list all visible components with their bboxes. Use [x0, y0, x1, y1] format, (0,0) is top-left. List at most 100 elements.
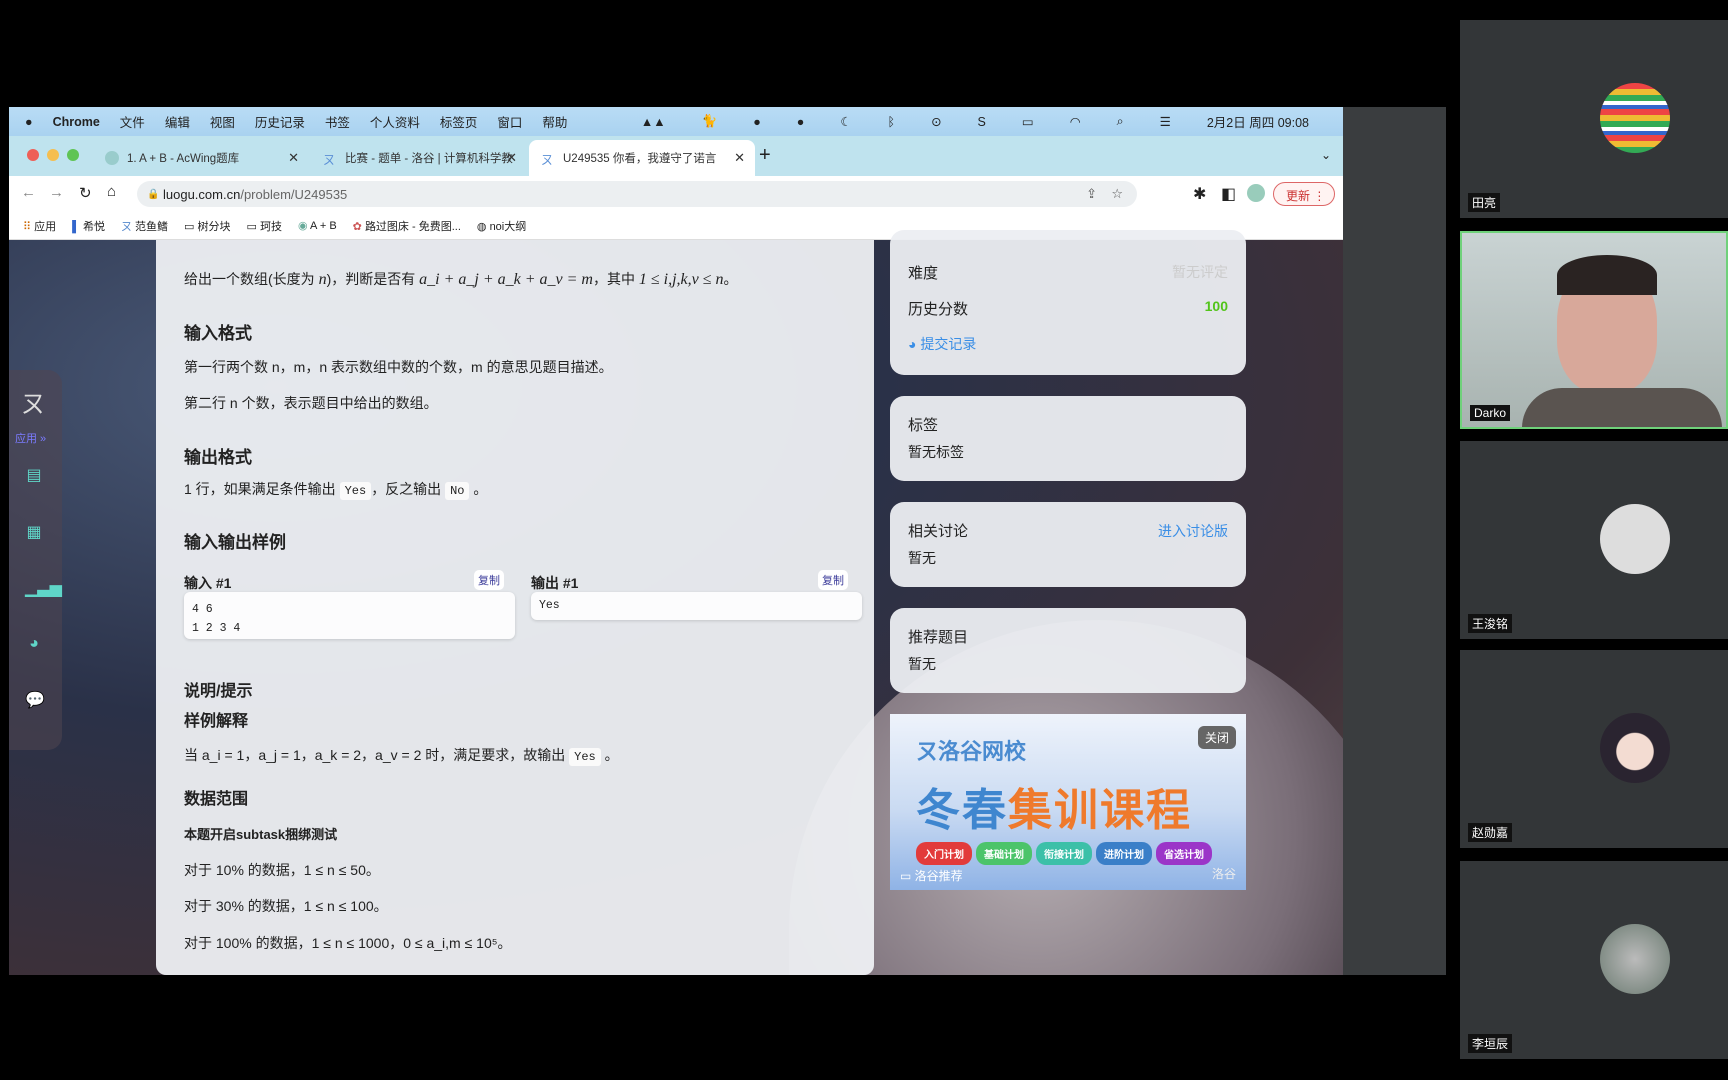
- bookmark-imgbed[interactable]: ✿ 路过图床 - 免费图...: [353, 218, 461, 234]
- tab-acwing[interactable]: 1. A + B - AcWing题库 ✕: [93, 140, 309, 176]
- new-tab-button[interactable]: +: [759, 144, 771, 167]
- control-center-icon[interactable]: ☰: [1160, 114, 1171, 129]
- discussion-title: 相关讨论: [908, 523, 969, 540]
- bookmark-folder-1[interactable]: ▭ 树分块: [184, 218, 230, 234]
- ranking-icon[interactable]: ▁▃▅: [25, 578, 62, 597]
- sample-output-label: 输出 #1: [531, 575, 579, 591]
- copy-input-button[interactable]: 复制: [474, 570, 504, 590]
- s-icon[interactable]: S: [978, 115, 986, 129]
- globe-icon: ◍: [476, 220, 487, 233]
- clock[interactable]: 2月2日 周四 09:08: [1207, 112, 1309, 131]
- close-tab-icon[interactable]: ✕: [506, 150, 517, 166]
- participant-tile[interactable]: 田亮: [1460, 20, 1728, 218]
- bluetooth-icon[interactable]: ᛒ: [888, 115, 896, 129]
- ad-banner[interactable]: ㄡ洛谷网校 关闭 冬春集训课程 入门计划 基础计划 衔接计划 进阶计划 省选计划 ▭ 洛…: [890, 714, 1246, 890]
- menu-profile[interactable]: 个人资料: [370, 112, 420, 131]
- avatar: [1600, 924, 1670, 994]
- qq-icon[interactable]: ●: [797, 115, 805, 129]
- minimize-window-button[interactable]: [47, 149, 59, 161]
- play-icon[interactable]: ⊙: [931, 114, 941, 129]
- participant-tile[interactable]: 赵勋嘉: [1460, 650, 1728, 848]
- range-line: 对于 30% 的数据，1 ≤ n ≤ 100。: [184, 898, 388, 914]
- menu-bookmarks[interactable]: 书签: [325, 112, 350, 131]
- menu-help[interactable]: 帮助: [542, 112, 567, 131]
- battery-icon[interactable]: ▭: [1022, 114, 1034, 129]
- close-tab-icon[interactable]: ✕: [288, 150, 299, 166]
- tags-title: 标签: [908, 417, 939, 434]
- folder-icon: ▭: [184, 220, 195, 233]
- bookmark-folder-2[interactable]: ▭ 珂技: [247, 218, 282, 234]
- menu-file[interactable]: 文件: [120, 112, 145, 131]
- pie-chart-icon: ◕: [908, 336, 917, 352]
- close-tab-icon[interactable]: ✕: [734, 150, 745, 166]
- forward-button[interactable]: →: [49, 184, 64, 201]
- wifi-icon[interactable]: ◠: [1070, 114, 1081, 129]
- participant-tile[interactable]: 李垣辰: [1460, 861, 1728, 1059]
- participant-tile[interactable]: 王浚铭: [1460, 441, 1728, 639]
- reload-button[interactable]: ↻: [79, 184, 92, 202]
- discussion-card: 相关讨论 进入讨论版 暂无: [890, 502, 1246, 587]
- luogu-logo-icon[interactable]: ㄡ: [21, 384, 45, 419]
- apple-icon[interactable]: ●: [25, 115, 33, 129]
- star-icon[interactable]: ☆: [1111, 186, 1123, 202]
- share-icon[interactable]: ⇪: [1086, 186, 1097, 202]
- cat-icon[interactable]: 🐈: [702, 114, 718, 129]
- input-format-line: 第二行 n 个数，表示题目中给出的数组。: [184, 395, 438, 411]
- bookmark-xiyue[interactable]: ▌ 希悦: [72, 218, 105, 234]
- sample-output-box[interactable]: Yes: [531, 592, 862, 620]
- tab-luogu-list[interactable]: ㄡ比赛 - 题单 - 洛谷 | 计算机科学教 ✕: [311, 140, 527, 176]
- ad-plans: 入门计划 基础计划 衔接计划 进阶计划 省选计划: [916, 842, 1216, 865]
- close-window-button[interactable]: [27, 149, 39, 161]
- home-button[interactable]: ⌂: [107, 183, 116, 200]
- participant-name: 田亮: [1468, 193, 1501, 212]
- apps-toggle[interactable]: 应用 »: [15, 430, 46, 446]
- discussion-value: 暂无: [908, 550, 936, 566]
- record-icon[interactable]: ◕: [25, 635, 43, 653]
- clipboard-icon[interactable]: ▦: [25, 522, 43, 541]
- menu-history[interactable]: 历史记录: [255, 112, 305, 131]
- enter-discussion-link[interactable]: 进入讨论版: [1158, 521, 1228, 541]
- menu-edit[interactable]: 编辑: [165, 112, 190, 131]
- profile-avatar[interactable]: [1247, 184, 1265, 202]
- back-button[interactable]: ←: [21, 184, 36, 201]
- menu-window[interactable]: 窗口: [497, 112, 522, 131]
- tab-bar: 1. A + B - AcWing题库 ✕ ㄡ比赛 - 题单 - 洛谷 | 计算机…: [9, 136, 1343, 176]
- moon-icon[interactable]: ☾: [840, 114, 851, 129]
- copy-output-button[interactable]: 复制: [818, 570, 848, 590]
- bookmark-label: 希悦: [82, 220, 105, 233]
- tab-title: 1. A + B - AcWing题库: [127, 153, 240, 165]
- extensions-icon[interactable]: ✱: [1193, 184, 1206, 204]
- bookmark-noi[interactable]: ◍ noi大纲: [477, 218, 526, 234]
- luogu-icon: ㄡ: [323, 153, 336, 167]
- tab-problem[interactable]: ㄡ U249535 你看，我遵守了诺言 ✕: [529, 140, 755, 176]
- input-format-heading: 输入格式: [184, 324, 252, 343]
- avatar: [1600, 713, 1670, 783]
- zoom-window-button[interactable]: [67, 149, 79, 161]
- desktop-background: [1343, 107, 1446, 975]
- plan-pill: 衔接计划: [1036, 842, 1092, 865]
- sample-input-box[interactable]: 4 6 1 2 3 4: [184, 592, 515, 639]
- bookmark-fanyuqi[interactable]: ㄡ 范鱼鳍: [121, 218, 168, 234]
- problem-list-icon[interactable]: ▤: [25, 465, 43, 484]
- search-icon[interactable]: ⌕: [1117, 114, 1124, 129]
- luogu-sidebar: ㄡ 应用 » ▤ ▦ ▁▃▅ ◕ 💬: [9, 370, 62, 750]
- close-ad-button[interactable]: 关闭: [1197, 726, 1236, 749]
- submission-records-link[interactable]: ◕ 提交记录: [908, 334, 976, 354]
- participant-tile-active-speaker[interactable]: Darko: [1460, 231, 1728, 429]
- bookmark-aplusb[interactable]: ◉ A + B: [298, 219, 337, 232]
- app-icon[interactable]: ▲▲: [641, 115, 666, 129]
- discussion-icon[interactable]: 💬: [25, 690, 45, 709]
- sample-input-label: 输入 #1: [184, 575, 232, 591]
- update-label: 更新: [1286, 189, 1311, 203]
- update-button[interactable]: 更新 ⋮: [1273, 182, 1335, 206]
- menu-app[interactable]: Chrome: [53, 115, 100, 129]
- browser-window: ● Chrome 文件 编辑 视图 历史记录 书签 个人资料 标签页 窗口 帮助…: [9, 107, 1343, 975]
- address-bar[interactable]: 🔒 luogu.com.cn/problem/U249535 ⇪ ☆: [137, 181, 1137, 207]
- tab-search-chevron-icon[interactable]: ⌄: [1321, 148, 1331, 162]
- hint-heading: 说明/提示: [184, 683, 253, 700]
- menu-tabs[interactable]: 标签页: [440, 112, 478, 131]
- side-panel-icon[interactable]: ◧: [1221, 184, 1236, 204]
- bookmark-apps[interactable]: ⠿ 应用: [23, 218, 56, 234]
- menu-view[interactable]: 视图: [210, 112, 235, 131]
- wechat-icon[interactable]: ●: [753, 115, 761, 129]
